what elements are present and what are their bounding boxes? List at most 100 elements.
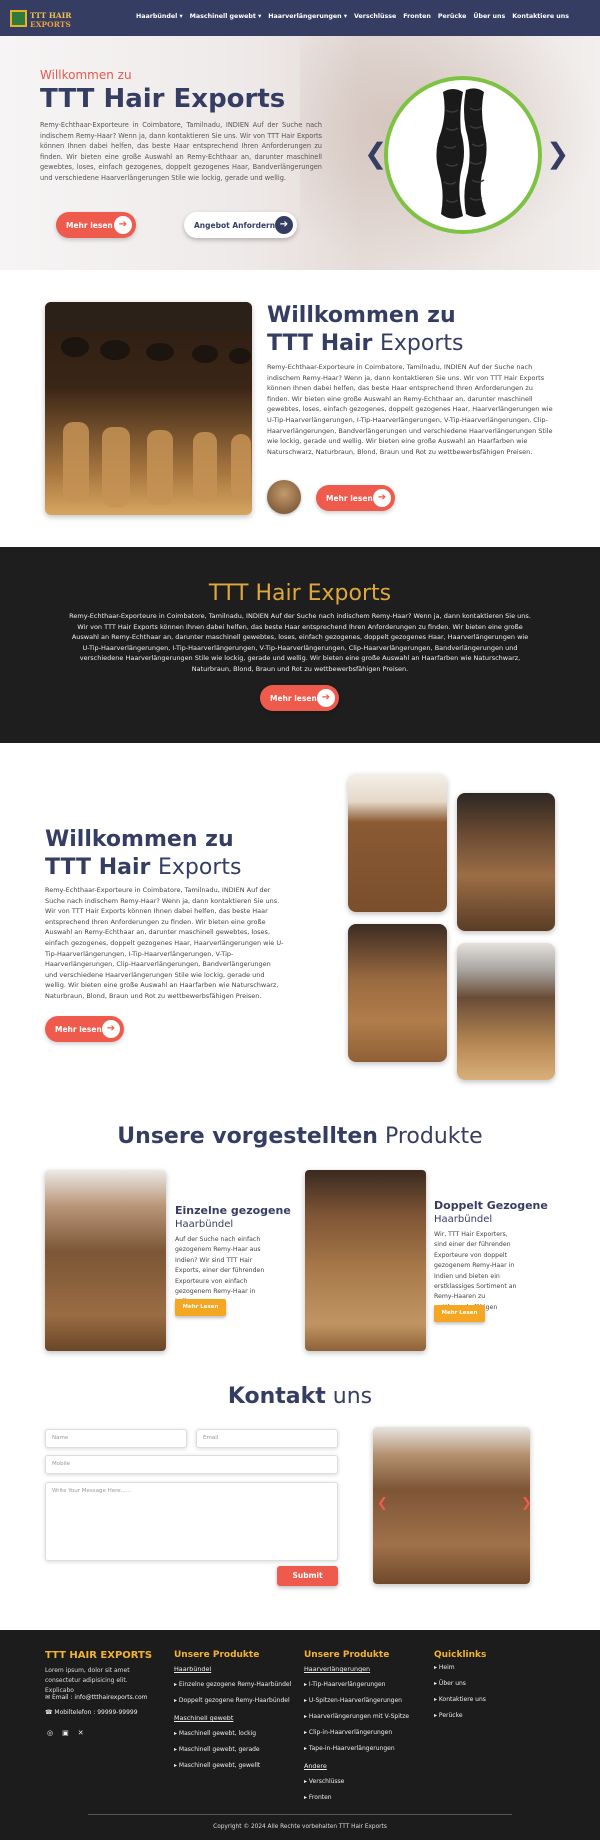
footer-link[interactable]: ▸ Kontaktiere uns xyxy=(434,1692,486,1708)
about-image xyxy=(45,302,252,515)
product-read-more-1[interactable]: Mehr Lesen xyxy=(175,1299,226,1316)
contact-title-light: uns xyxy=(332,1384,373,1409)
footer-col2-sub2[interactable]: Andere xyxy=(304,1759,409,1774)
footer-link[interactable]: ▸ Verschlüsse xyxy=(304,1774,409,1790)
footer-link[interactable]: ▸ I-Tip-Haarverlängerungen xyxy=(304,1677,409,1693)
about2-title-bold: TTT Hair xyxy=(45,855,151,880)
footer-link-text: Maschinell gewebt, gerade xyxy=(178,1746,260,1753)
product-title-2: Doppelt Gezogene xyxy=(434,1199,548,1212)
nav-item-ueber-uns[interactable]: Über uns xyxy=(473,13,505,20)
footer-link-text: Über uns xyxy=(438,1680,466,1687)
footer-link[interactable]: ▸ Clip-in-Haarverlängerungen xyxy=(304,1725,409,1741)
footer-col3: Quicklinks ▸ Heim ▸ Über uns ▸ Kontaktie… xyxy=(434,1650,486,1724)
logo[interactable]: TTT HAIR EXPORTS xyxy=(10,8,72,30)
arrow-right-icon: ➔ xyxy=(102,1020,120,1038)
products-title-light: Produkte xyxy=(384,1124,483,1149)
footer-link[interactable]: ▸ U-Spitzen-Haarverlängerungen xyxy=(304,1693,409,1709)
footer-link[interactable]: ▸ Über uns xyxy=(434,1676,486,1692)
contact-slider-next-icon[interactable]: ❯ xyxy=(521,1496,532,1511)
product-image-1[interactable] xyxy=(45,1170,166,1351)
top-navbar: TTT HAIR EXPORTS Haarbündel ▾ Maschinell… xyxy=(0,0,600,36)
x-icon[interactable]: ✕ xyxy=(78,1729,84,1737)
request-quote-button[interactable]: Angebot Anfordern ➔ xyxy=(184,212,297,238)
footer-link[interactable]: ▸ Maschinell gewebt, lockig xyxy=(174,1726,291,1742)
products-title: Unsere vorgestellten Produkte xyxy=(0,1124,600,1149)
product-read-more-2[interactable]: Mehr Lesen xyxy=(434,1305,485,1322)
footer-col2-sub1[interactable]: Haarverlängerungen xyxy=(304,1662,409,1677)
nav-item-fronten[interactable]: Fronten xyxy=(403,13,431,20)
whatsapp-icon[interactable]: ◎ xyxy=(47,1729,53,1737)
footer-col2-title: Unsere Produkte xyxy=(304,1650,390,1660)
contact-title-bold: Kontakt xyxy=(227,1384,326,1409)
about-title-light: Exports xyxy=(380,331,464,356)
footer-link[interactable]: ▸ Heim xyxy=(434,1660,486,1676)
nav-item-peruecke[interactable]: Perücke xyxy=(438,13,467,20)
footer-link[interactable]: ▸ Tape-in-Haarverlängerungen xyxy=(304,1741,409,1757)
main-menu: Haarbündel ▾ Maschinell gewebt ▾ Haarver… xyxy=(136,13,576,20)
footer-link[interactable]: ▸ Doppelt gezogene Remy-Haarbündel xyxy=(174,1693,291,1709)
logo-text-line1: TTT HAIR xyxy=(30,11,72,20)
message-textarea[interactable]: Write Your Message Here...... xyxy=(45,1482,338,1561)
footer-email-text[interactable]: Email : info@ttthairexports.com xyxy=(52,1694,148,1701)
instagram-icon[interactable]: ▣ xyxy=(62,1729,69,1737)
footer-col1-sub2[interactable]: Maschinell gewebt xyxy=(174,1711,291,1726)
footer-link-text: Doppelt gezogene Remy-Haarbündel xyxy=(178,1697,290,1704)
footer-link[interactable]: ▸ Einzelne gezogene Remy-Haarbündel xyxy=(174,1677,291,1693)
contact-slider-prev-icon[interactable]: ❮ xyxy=(377,1496,388,1511)
arrow-right-icon: ➔ xyxy=(317,689,335,707)
footer-link-text: Perücke xyxy=(438,1712,463,1719)
slider-next-icon[interactable]: ❯ xyxy=(546,137,569,170)
phone-icon: ☎ xyxy=(45,1709,55,1716)
name-input[interactable]: Name xyxy=(45,1429,187,1448)
band-read-more-button[interactable]: Mehr lesen ➔ xyxy=(260,685,339,711)
nav-item-haarbuendel[interactable]: Haarbündel ▾ xyxy=(136,13,183,20)
products-title-bold: Unsere vorgestellten xyxy=(117,1124,378,1149)
footer-link-text: Maschinell gewebt, gewellt xyxy=(178,1762,261,1769)
about-title-bold: TTT Hair xyxy=(267,331,373,356)
footer-col1-sub1[interactable]: Haarbündel xyxy=(174,1662,291,1677)
hero-read-more-button[interactable]: Mehr lesen ➔ xyxy=(56,212,136,238)
dark-band-section: TTT Hair Exports Remy-Echthaar-Exporteur… xyxy=(0,547,600,743)
footer-col2: Unsere Produkte Haarverlängerungen ▸ I-T… xyxy=(304,1650,409,1806)
about2-read-more-button[interactable]: Mehr lesen ➔ xyxy=(45,1016,124,1042)
footer-link-text: Einzelne gezogene Remy-Haarbündel xyxy=(178,1681,292,1688)
nav-item-kontakt[interactable]: Kontaktiere uns xyxy=(512,13,569,20)
footer-link-text: Tape-in-Haarverlängerungen xyxy=(308,1745,395,1752)
hero-product-image xyxy=(384,76,542,234)
band-read-more-label: Mehr lesen xyxy=(270,693,317,703)
footer-phone-text[interactable]: Mobiltelefon : 99999-99999 xyxy=(54,1709,137,1716)
arrow-right-icon: ➔ xyxy=(114,216,132,234)
footer-link[interactable]: ▸ Perücke xyxy=(434,1708,486,1724)
email-input[interactable]: Email xyxy=(196,1429,338,1448)
copyright: Copyright © 2024 Alle Rechte vorbehalten… xyxy=(213,1824,387,1830)
mail-icon: ✉ xyxy=(45,1694,52,1701)
nav-item-maschinell-gewebt[interactable]: Maschinell gewebt ▾ xyxy=(190,13,262,20)
nav-item-haarverlaengerungen[interactable]: Haarverlängerungen ▾ xyxy=(268,13,347,20)
footer-link[interactable]: ▸ Maschinell gewebt, gerade xyxy=(174,1742,291,1758)
footer-link[interactable]: ▸ Fronten xyxy=(304,1790,409,1806)
contact-title: Kontakt uns xyxy=(0,1384,600,1409)
hero-read-more-label: Mehr lesen xyxy=(66,220,113,230)
gallery-image-2 xyxy=(457,793,555,931)
hero-welcome: Willkommen zu xyxy=(40,68,132,82)
about-title-line1: Willkommen zu xyxy=(267,303,456,328)
footer-link-text: Clip-in-Haarverlängerungen xyxy=(308,1729,393,1736)
about-read-more-button[interactable]: Mehr lesen ➔ xyxy=(316,485,395,511)
contact-image xyxy=(373,1427,530,1584)
footer: TTT HAIR EXPORTS Lorem ipsum, dolor sit … xyxy=(0,1630,600,1840)
submit-button[interactable]: Submit xyxy=(277,1566,338,1586)
arrow-right-icon: ➔ xyxy=(373,489,391,507)
nav-item-verschluesse[interactable]: Verschlüsse xyxy=(354,13,396,20)
about-title-line2: TTT Hair Exports xyxy=(267,330,464,358)
footer-link-text: Fronten xyxy=(308,1794,332,1801)
curly-hair-bundle-icon xyxy=(436,88,487,219)
footer-link[interactable]: ▸ Maschinell gewebt, gewellt xyxy=(174,1758,291,1774)
product-image-2[interactable] xyxy=(305,1170,426,1351)
footer-link-text: Maschinell gewebt, lockig xyxy=(178,1730,257,1737)
footer-link[interactable]: ▸ Haarverlängerungen mit V-Spitze xyxy=(304,1709,409,1725)
footer-col1-title: Unsere Produkte xyxy=(174,1650,260,1660)
footer-link-text: Kontaktiere uns xyxy=(438,1696,486,1703)
footer-link-text: I-Tip-Haarverlängerungen xyxy=(308,1681,386,1688)
footer-col3-title: Quicklinks xyxy=(434,1650,487,1660)
mobile-input[interactable]: Mobile xyxy=(45,1455,338,1474)
